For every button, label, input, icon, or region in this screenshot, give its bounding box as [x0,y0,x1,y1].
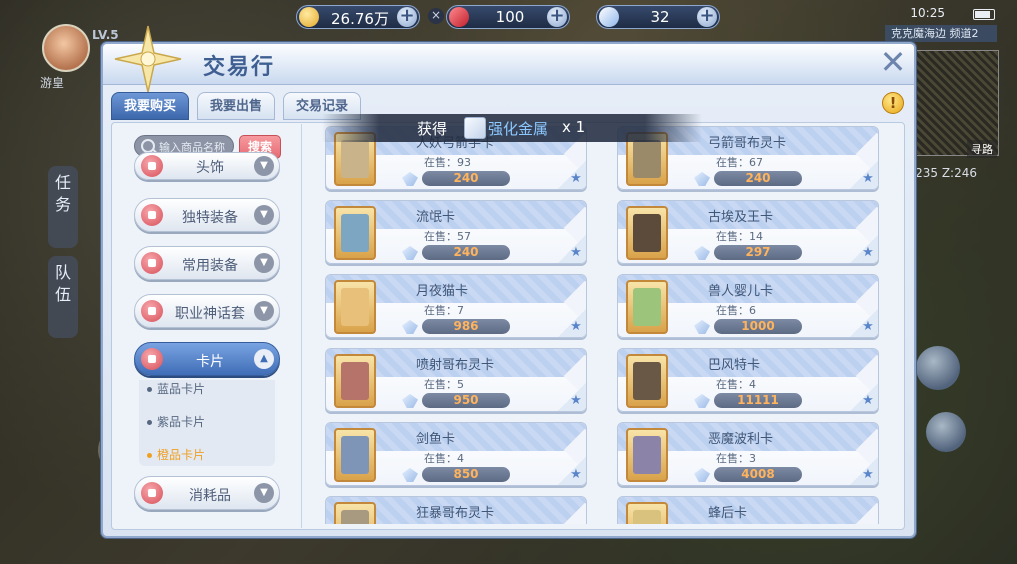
chevron-down-icon: ▼ [254,483,274,503]
battery-icon [973,9,995,20]
window-header: 交易行 ✕ [103,25,914,93]
favorite-star-icon[interactable]: ★ [569,394,583,408]
help-icon[interactable]: ! [882,92,904,114]
crystal-icon [694,246,710,260]
chevron-up-icon: ▲ [254,349,274,369]
favorite-star-icon[interactable]: ★ [569,320,583,334]
card-thumbnail [334,502,376,524]
category-headwear[interactable]: 头饰 ▼ [134,152,280,180]
tab-buy[interactable]: 我要购买 [111,92,189,120]
card-thumbnail [334,354,376,408]
subcategory-purple-cards[interactable]: 紫品卡片 [147,413,205,430]
find-path-button[interactable]: 寻路 [967,140,997,158]
crystal-icon [694,394,710,408]
favorite-star-icon[interactable]: ★ [861,320,875,334]
crystal-icon [402,246,418,260]
card-item[interactable]: 喷射哥布灵卡 在售：5 950 ★ [325,348,587,412]
clock: 10:25 [910,6,945,20]
card-item[interactable]: 月夜猫卡 在售：7 986 ★ [325,274,587,338]
crystal-icon [694,172,710,186]
crystal-icon [402,172,418,186]
card-thumbnail [626,502,668,524]
card-thumbnail [626,280,668,334]
category-consumables[interactable]: 消耗品 ▼ [134,476,280,510]
favorite-star-icon[interactable]: ★ [569,172,583,186]
crystal-icon [402,320,418,334]
card-thumbnail [334,206,376,260]
card-thumbnail [626,428,668,482]
close-window-button[interactable]: ✕ [878,46,908,78]
card-item[interactable]: 流氓卡 在售：57 240 ★ [325,200,587,264]
card-item[interactable]: 巴风特卡 在售：4 11111 ★ [617,348,879,412]
card-item[interactable]: 狂暴哥布灵卡 [325,496,587,524]
add-diamond-button[interactable]: + [547,7,567,27]
favorite-star-icon[interactable]: ★ [861,172,875,186]
card-thumbnail [334,280,376,334]
ruby-icon [449,7,469,27]
crystal-icon [599,7,619,27]
card-item[interactable]: 古埃及王卡 在售：14 297 ★ [617,200,879,264]
player-avatar[interactable] [42,24,90,72]
favorite-star-icon[interactable]: ★ [569,468,583,482]
crystal-icon [694,320,710,334]
item-gained-toast: 获得 强化金属 x 1 [322,114,702,142]
card-item[interactable]: 剑鱼卡 在售：4 850 ★ [325,422,587,486]
category-icon [141,300,163,322]
category-icon [141,252,163,274]
category-icon [141,204,163,226]
tab-sell[interactable]: 我要出售 [197,92,275,120]
window-title: 交易行 [203,55,276,80]
crystal-counter: 32 + [596,5,720,29]
metal-item-icon [464,117,486,139]
chevron-down-icon: ▼ [254,156,274,176]
task-button[interactable]: 任务 [48,166,78,248]
category-icon [141,348,163,370]
star-emblem-icon [114,25,182,93]
chevron-down-icon: ▼ [254,301,274,321]
crystal-icon [694,468,710,482]
search-icon [141,139,155,153]
close-icon[interactable]: × [428,8,444,24]
coordinates: 235 Z:246 [915,166,977,180]
card-item[interactable]: 恶魔波利卡 在售：3 4008 ★ [617,422,879,486]
favorite-star-icon[interactable]: ★ [861,394,875,408]
crystal-icon [402,394,418,408]
zeny-counter: 26.76万 + [296,5,420,29]
add-crystal-button[interactable]: + [697,7,717,27]
add-zeny-button[interactable]: + [397,7,417,27]
chevron-down-icon: ▼ [254,253,274,273]
card-item[interactable]: 蜂后卡 [617,496,879,524]
category-cards[interactable]: 卡片 ▲ [134,342,280,376]
panel-divider [301,124,302,528]
team-button[interactable]: 队伍 [48,256,78,338]
favorite-star-icon[interactable]: ★ [569,246,583,260]
card-thumbnail [626,354,668,408]
item-grid: 人妖弓箭手卡 在售：93 240 ★ 弓箭哥布灵卡 在售：67 240 ★ 流氓… [325,124,885,524]
category-common-equipment[interactable]: 常用装备 ▼ [134,246,280,280]
coin-icon [299,7,319,27]
subcategory-orange-cards[interactable]: 橙品卡片 [147,446,205,463]
card-item[interactable]: 兽人婴儿卡 在售：6 1000 ★ [617,274,879,338]
favorite-star-icon[interactable]: ★ [861,468,875,482]
category-job-myth-set[interactable]: 职业神话套 ▼ [134,294,280,328]
subcategory-blue-cards[interactable]: 蓝品卡片 [147,380,205,397]
crystal-icon [402,468,418,482]
card-thumbnail [334,428,376,482]
skill-orb-icon[interactable] [916,346,960,390]
zone-label: 克克魔海边 频道2 [885,25,997,42]
chevron-down-icon: ▼ [254,205,274,225]
player-name: 游皇 [40,76,65,90]
category-icon [141,155,163,177]
category-unique-equipment[interactable]: 独特装备 ▼ [134,198,280,232]
card-thumbnail [626,206,668,260]
category-icon [141,482,163,504]
favorite-star-icon[interactable]: ★ [861,246,875,260]
channel-label[interactable]: 频道2 [950,27,979,40]
diamond-counter: 100 + [446,5,570,29]
switch-icon[interactable] [926,412,966,452]
